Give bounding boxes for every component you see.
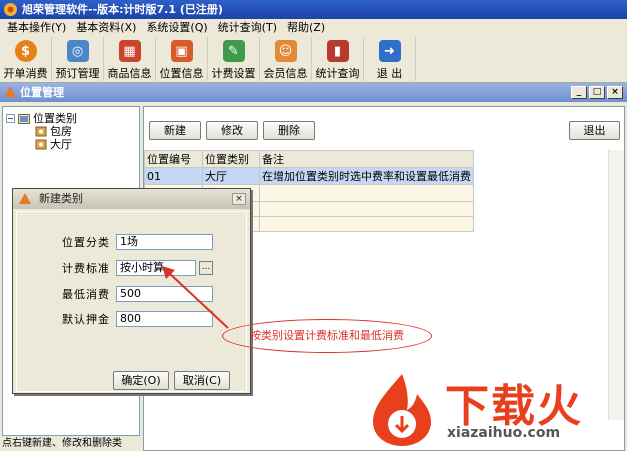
status-hint: 点右键新建、修改和删除类	[2, 436, 140, 451]
maximize-button[interactable]: □	[589, 86, 605, 99]
goods-icon: ▦	[118, 40, 141, 62]
coin-icon: $	[14, 40, 37, 62]
field-label-min-spend: 最低消费	[62, 288, 110, 301]
app-root: { "app": { "title": "旭荣管理软件--版本:计时版7.1 (…	[0, 0, 627, 451]
menu-help[interactable]: 帮助(Z)	[282, 19, 330, 37]
edit-button[interactable]: 修改	[206, 121, 258, 140]
room-icon	[35, 139, 47, 149]
cell-remark	[259, 184, 474, 202]
toolbar: $ 开单消费 ◎ 预订管理 ▦ 商品信息 ▣ 位置信息 ✎ 计费设置 ☺ 会员信…	[0, 37, 627, 83]
cell-id: 01	[144, 167, 203, 185]
watermark: 下载火 xiazaihuo.com	[367, 370, 625, 450]
toolbar-booking-button[interactable]: ◎ 预订管理	[52, 37, 104, 81]
category-input[interactable]: 1场	[116, 234, 213, 250]
annotation-callout: 按类别设置计费标准和最低消费	[222, 319, 432, 353]
cell-remark: 在增加位置类别时选中费率和设置最低消费	[259, 167, 474, 185]
toolbar-label: 开单消费	[3, 67, 48, 80]
toolbar-label: 退 出	[376, 67, 403, 80]
location-icon: ▣	[170, 40, 193, 62]
cancel-button[interactable]: 取消(C)	[174, 371, 230, 390]
delete-button[interactable]: 删除	[263, 121, 315, 140]
window-titlebar: 位置管理 _ □ ×	[0, 83, 627, 102]
app-title: 旭荣管理软件--版本:计时版7.1 (已注册)	[22, 3, 223, 16]
column-header-remark[interactable]: 备注	[259, 150, 474, 168]
toolbar-label: 位置信息	[159, 67, 204, 80]
minimize-button[interactable]: _	[571, 86, 587, 99]
ok-button[interactable]: 确定(O)	[113, 371, 169, 390]
toolbar-location-button[interactable]: ▣ 位置信息	[156, 37, 208, 81]
exit-button[interactable]: 退出	[569, 121, 620, 140]
toolbar-exit-button[interactable]: ➜ 退 出	[364, 37, 416, 81]
toolbar-label: 商品信息	[107, 67, 152, 80]
table-header-row: 位置编号 位置类别 备注	[144, 150, 474, 168]
column-header-category[interactable]: 位置类别	[202, 150, 260, 168]
toolbar-goods-button[interactable]: ▦ 商品信息	[104, 37, 156, 81]
field-label-category: 位置分类	[62, 236, 110, 249]
window-title: 位置管理	[20, 86, 64, 99]
toolbar-label: 计费设置	[211, 67, 256, 80]
toolbar-billing-button[interactable]: ✎ 计费设置	[208, 37, 260, 81]
cell-category: 大厅	[202, 167, 260, 185]
new-button[interactable]: 新建	[149, 121, 201, 140]
toolbar-label: 会员信息	[263, 67, 308, 80]
menu-basic-ops[interactable]: 基本操作(Y)	[2, 19, 71, 37]
collapse-icon[interactable]: −	[6, 113, 15, 123]
menu-system-settings[interactable]: 系统设置(Q)	[141, 19, 212, 37]
window-controls: _ □ ×	[571, 86, 623, 99]
table-row[interactable]: 01 大厅 在增加位置类别时选中费率和设置最低消费	[144, 167, 474, 185]
toolbar-members-button[interactable]: ☺ 会员信息	[260, 37, 312, 81]
toolbar-open-bill-button[interactable]: $ 开单消费	[0, 37, 52, 81]
toolbar-label: 统计查询	[315, 67, 360, 80]
dialog-title: 新建类别	[39, 192, 83, 205]
exit-icon: ➜	[378, 40, 401, 62]
menu-statistics[interactable]: 统计查询(T)	[213, 19, 282, 37]
tree-item-hall[interactable]: 大厅	[35, 136, 72, 152]
field-label-deposit: 默认押金	[62, 313, 110, 326]
menu-basic-data[interactable]: 基本资料(X)	[71, 19, 141, 37]
stats-icon: ▮	[326, 40, 349, 62]
window-logo-icon	[4, 86, 16, 97]
folder-icon	[18, 113, 30, 124]
watermark-url: xiazaihuo.com	[447, 425, 561, 441]
watermark-logo-icon	[373, 374, 431, 446]
dialog-close-button[interactable]: ×	[232, 193, 246, 205]
booking-icon: ◎	[66, 40, 89, 62]
toolbar-stats-button[interactable]: ▮ 统计查询	[312, 37, 364, 81]
close-button[interactable]: ×	[607, 86, 623, 99]
app-logo-icon	[4, 3, 17, 16]
billing-icon: ✎	[222, 40, 245, 62]
column-header-id[interactable]: 位置编号	[144, 150, 203, 168]
dialog-titlebar: 新建类别 ×	[13, 189, 250, 209]
field-label-billing: 计费标准	[62, 262, 110, 275]
annotation-arrow	[162, 266, 229, 329]
toolbar-label: 预订管理	[55, 67, 100, 80]
tree-item-label: 大厅	[50, 138, 72, 151]
members-icon: ☺	[274, 40, 297, 62]
app-titlebar: 旭荣管理软件--版本:计时版7.1 (已注册)	[0, 0, 627, 19]
room-icon	[35, 126, 47, 136]
menu-bar: 基本操作(Y) 基本资料(X) 系统设置(Q) 统计查询(T) 帮助(Z)	[0, 19, 627, 37]
dialog-logo-icon	[19, 193, 31, 204]
